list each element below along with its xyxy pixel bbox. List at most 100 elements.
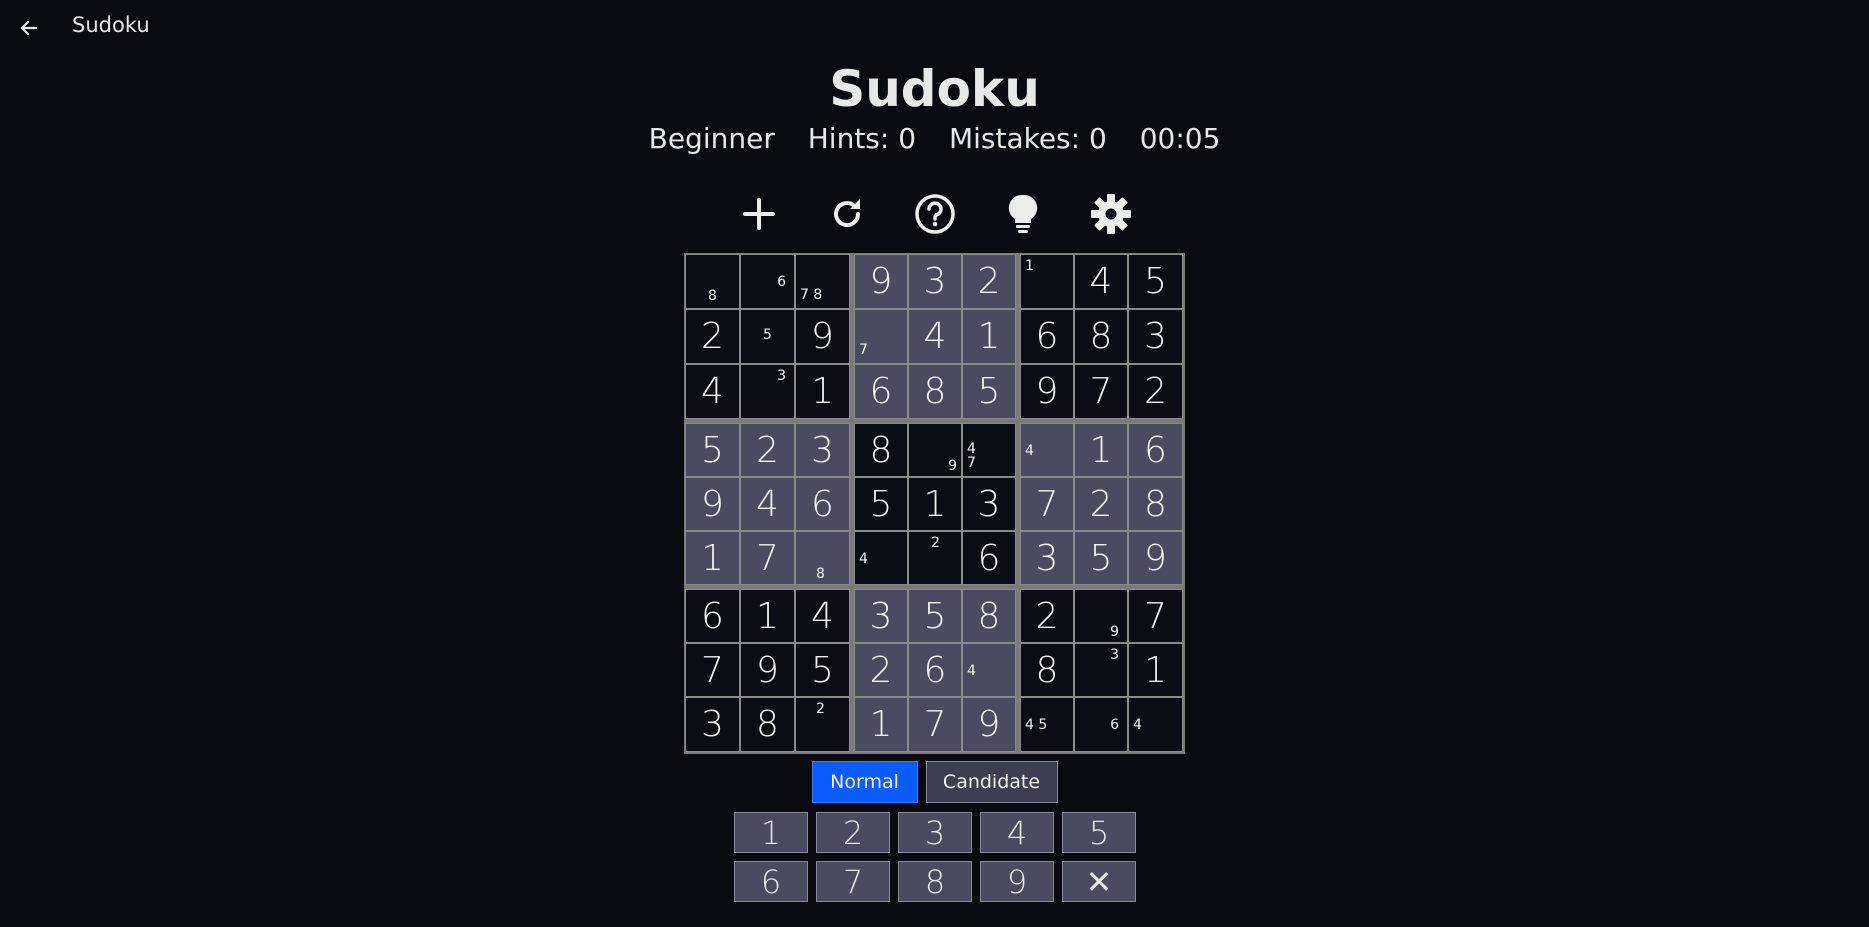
num-9-button[interactable]: 9: [980, 861, 1054, 902]
num-1-button[interactable]: 1: [734, 812, 808, 853]
board-cell-r8c6[interactable]: 4: [962, 643, 1016, 697]
board-cell-r7c2[interactable]: 1: [740, 589, 795, 643]
board-cell-r7c6[interactable]: 8: [962, 589, 1016, 643]
board-cell-r2c4[interactable]: 7: [854, 309, 908, 364]
board-cell-r2c8[interactable]: 8: [1074, 309, 1128, 364]
board-cell-r2c3[interactable]: 9: [795, 309, 850, 364]
erase-button[interactable]: ✕: [1062, 861, 1136, 902]
board-cell-r1c9[interactable]: 5: [1128, 254, 1183, 309]
board-cell-r1c5[interactable]: 3: [908, 254, 962, 309]
board-cell-r8c1[interactable]: 7: [685, 643, 740, 697]
num-3-button[interactable]: 3: [898, 812, 972, 853]
board-cell-r9c9[interactable]: 4: [1128, 697, 1183, 752]
board-cell-r3c5[interactable]: 8: [908, 364, 962, 419]
board-cell-r3c4[interactable]: 6: [854, 364, 908, 419]
board-cell-r6c1[interactable]: 1: [685, 531, 740, 585]
board-cell-r6c8[interactable]: 5: [1074, 531, 1128, 585]
board-cell-r3c9[interactable]: 2: [1128, 364, 1183, 419]
board-cell-r1c4[interactable]: 9: [854, 254, 908, 309]
board-cell-r2c7[interactable]: 6: [1020, 309, 1074, 364]
board-cell-r4c1[interactable]: 5: [685, 423, 740, 477]
board-cell-r2c9[interactable]: 3: [1128, 309, 1183, 364]
board-cell-r9c1[interactable]: 3: [685, 697, 740, 752]
board-cell-r9c4[interactable]: 1: [854, 697, 908, 752]
cell-value: 5: [811, 649, 834, 691]
board-cell-r8c2[interactable]: 9: [740, 643, 795, 697]
board-cell-r2c6[interactable]: 1: [962, 309, 1016, 364]
board-cell-r1c6[interactable]: 2: [962, 254, 1016, 309]
board-cell-r3c7[interactable]: 9: [1020, 364, 1074, 419]
new-game-icon[interactable]: [735, 190, 783, 238]
normal-mode-button[interactable]: Normal: [811, 761, 918, 803]
board-cell-r3c8[interactable]: 7: [1074, 364, 1128, 419]
board-cell-r5c5[interactable]: 1: [908, 477, 962, 531]
board-cell-r7c1[interactable]: 6: [685, 589, 740, 643]
board-cell-r5c6[interactable]: 3: [962, 477, 1016, 531]
board-cell-r7c3[interactable]: 4: [795, 589, 850, 643]
board-cell-r6c4[interactable]: 4: [854, 531, 908, 585]
board-cell-r6c2[interactable]: 7: [740, 531, 795, 585]
board-cell-r3c3[interactable]: 1: [795, 364, 850, 419]
board-cell-r4c5[interactable]: 9: [908, 423, 962, 477]
board-cell-r8c3[interactable]: 5: [795, 643, 850, 697]
board-cell-r2c5[interactable]: 4: [908, 309, 962, 364]
board-cell-r8c8[interactable]: 3: [1074, 643, 1128, 697]
board-cell-r5c3[interactable]: 6: [795, 477, 850, 531]
board-cell-r5c4[interactable]: 5: [854, 477, 908, 531]
board-cell-r9c2[interactable]: 8: [740, 697, 795, 752]
board-cell-r8c9[interactable]: 1: [1128, 643, 1183, 697]
board-cell-r4c9[interactable]: 6: [1128, 423, 1183, 477]
board-cell-r4c8[interactable]: 1: [1074, 423, 1128, 477]
board-cell-r6c5[interactable]: 2: [908, 531, 962, 585]
board-cell-r4c3[interactable]: 3: [795, 423, 850, 477]
board-cell-r6c3[interactable]: 8: [795, 531, 850, 585]
board-cell-r9c7[interactable]: 4 5: [1020, 697, 1074, 752]
board-cell-r2c2[interactable]: 5: [740, 309, 795, 364]
board-cell-r9c3[interactable]: 2: [795, 697, 850, 752]
board-cell-r4c7[interactable]: 4: [1020, 423, 1074, 477]
board-cell-r3c1[interactable]: 4: [685, 364, 740, 419]
board-cell-r7c8[interactable]: 9: [1074, 589, 1128, 643]
board-cell-r7c4[interactable]: 3: [854, 589, 908, 643]
board-cell-r1c8[interactable]: 4: [1074, 254, 1128, 309]
board-cell-r5c7[interactable]: 7: [1020, 477, 1074, 531]
board-cell-r4c4[interactable]: 8: [854, 423, 908, 477]
board-cell-r7c9[interactable]: 7: [1128, 589, 1183, 643]
num-5-button[interactable]: 5: [1062, 812, 1136, 853]
restart-icon[interactable]: [823, 190, 871, 238]
board-cell-r3c6[interactable]: 5: [962, 364, 1016, 419]
board-cell-r4c2[interactable]: 2: [740, 423, 795, 477]
board-cell-r1c2[interactable]: 6: [740, 254, 795, 309]
hint-bulb-icon[interactable]: [999, 190, 1047, 238]
board-cell-r6c7[interactable]: 3: [1020, 531, 1074, 585]
board-cell-r5c8[interactable]: 2: [1074, 477, 1128, 531]
board-cell-r6c6[interactable]: 6: [962, 531, 1016, 585]
board-cell-r8c7[interactable]: 8: [1020, 643, 1074, 697]
back-arrow-icon[interactable]: [14, 13, 44, 43]
candidate-mode-button[interactable]: Candidate: [925, 761, 1058, 803]
board-cell-r1c7[interactable]: 1: [1020, 254, 1074, 309]
board-cell-r3c2[interactable]: 3: [740, 364, 795, 419]
num-8-button[interactable]: 8: [898, 861, 972, 902]
board-cell-r1c1[interactable]: 8: [685, 254, 740, 309]
board-cell-r1c3[interactable]: 7 8: [795, 254, 850, 309]
help-icon[interactable]: [911, 190, 959, 238]
board-cell-r2c1[interactable]: 2: [685, 309, 740, 364]
board-cell-r5c2[interactable]: 4: [740, 477, 795, 531]
board-cell-r5c9[interactable]: 8: [1128, 477, 1183, 531]
settings-gear-icon[interactable]: [1087, 190, 1135, 238]
board-cell-r4c6[interactable]: 4 7: [962, 423, 1016, 477]
board-cell-r6c9[interactable]: 9: [1128, 531, 1183, 585]
num-6-button[interactable]: 6: [734, 861, 808, 902]
board-cell-r9c5[interactable]: 7: [908, 697, 962, 752]
board-cell-r9c8[interactable]: 6: [1074, 697, 1128, 752]
num-4-button[interactable]: 4: [980, 812, 1054, 853]
board-cell-r7c5[interactable]: 5: [908, 589, 962, 643]
board-cell-r7c7[interactable]: 2: [1020, 589, 1074, 643]
num-7-button[interactable]: 7: [816, 861, 890, 902]
board-cell-r8c4[interactable]: 2: [854, 643, 908, 697]
board-cell-r9c6[interactable]: 9: [962, 697, 1016, 752]
board-cell-r8c5[interactable]: 6: [908, 643, 962, 697]
board-cell-r5c1[interactable]: 9: [685, 477, 740, 531]
num-2-button[interactable]: 2: [816, 812, 890, 853]
